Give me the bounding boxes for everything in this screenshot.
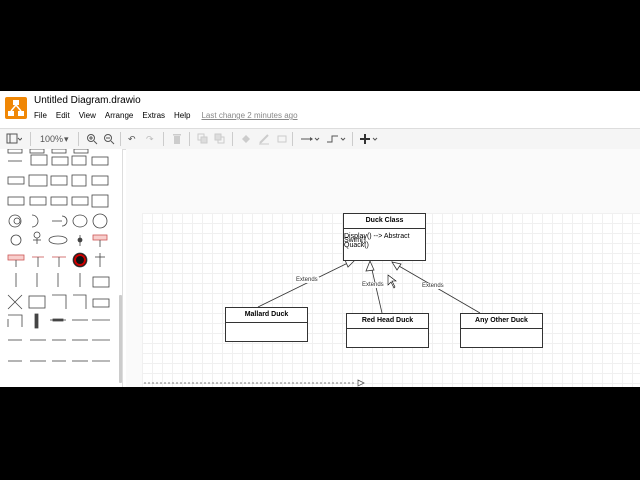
delete-icon[interactable] xyxy=(172,133,182,145)
menu-file[interactable]: File xyxy=(34,111,47,120)
class-box-any-other[interactable]: Any Other Duck xyxy=(460,313,543,348)
insert-plus-icon[interactable] xyxy=(360,133,380,145)
line-color-icon[interactable] xyxy=(258,133,270,145)
zoom-in-icon[interactable] xyxy=(86,133,98,145)
class-operation: Quack() xyxy=(344,242,369,249)
redo-icon[interactable]: ↷ xyxy=(146,133,154,145)
zoom-select[interactable]: 100% xyxy=(40,133,63,145)
class-name: Any Other Duck xyxy=(461,314,542,329)
edge-label[interactable]: Extends xyxy=(421,283,445,289)
menu-edit[interactable]: Edit xyxy=(56,111,70,120)
format-panel-icon[interactable] xyxy=(6,133,23,145)
sidebar-scrollbar[interactable] xyxy=(119,295,122,383)
diagram-canvas[interactable]: Extends Extends Extends Duck Class Displ… xyxy=(126,149,640,387)
chevron-down-icon: ▾ xyxy=(64,134,69,144)
class-name: Duck Class xyxy=(344,214,425,229)
to-back-icon[interactable] xyxy=(214,133,226,145)
toolbar: 100% ▾ ↶ ↷ xyxy=(0,128,640,150)
waypoints-icon[interactable] xyxy=(326,133,346,145)
edge-label[interactable]: Extends xyxy=(361,282,385,288)
drawio-logo-icon xyxy=(5,97,27,119)
class-box-duck[interactable]: Duck Class Display() --> Abstract Swim()… xyxy=(343,213,426,261)
shape-palette[interactable] xyxy=(0,148,118,387)
last-change-link[interactable]: Last change 2 minutes ago xyxy=(201,111,297,120)
menu-help[interactable]: Help xyxy=(174,111,190,120)
drawio-app: Untitled Diagram.drawio File Edit View A… xyxy=(0,91,640,387)
menu-bar: File Edit View Arrange Extras Help Last … xyxy=(34,111,298,120)
connection-style-icon[interactable] xyxy=(300,133,320,145)
undo-icon[interactable]: ↶ xyxy=(128,133,136,145)
edge-label[interactable]: Extends xyxy=(295,277,319,283)
zoom-out-icon[interactable] xyxy=(103,133,115,145)
shadow-icon[interactable] xyxy=(276,133,288,145)
class-box-red-head[interactable]: Red Head Duck xyxy=(346,313,429,348)
menu-extras[interactable]: Extras xyxy=(142,111,165,120)
to-front-icon[interactable] xyxy=(197,133,209,145)
class-name: Red Head Duck xyxy=(347,314,428,329)
diagram-page[interactable]: Extends Extends Extends Duck Class Displ… xyxy=(142,213,640,387)
shape-sidebar xyxy=(0,148,123,387)
document-title[interactable]: Untitled Diagram.drawio xyxy=(34,95,141,106)
menu-view[interactable]: View xyxy=(79,111,96,120)
class-box-mallard[interactable]: Mallard Duck xyxy=(225,307,308,342)
class-name: Mallard Duck xyxy=(226,308,307,323)
fill-color-icon[interactable] xyxy=(240,133,252,145)
menu-arrange[interactable]: Arrange xyxy=(105,111,133,120)
